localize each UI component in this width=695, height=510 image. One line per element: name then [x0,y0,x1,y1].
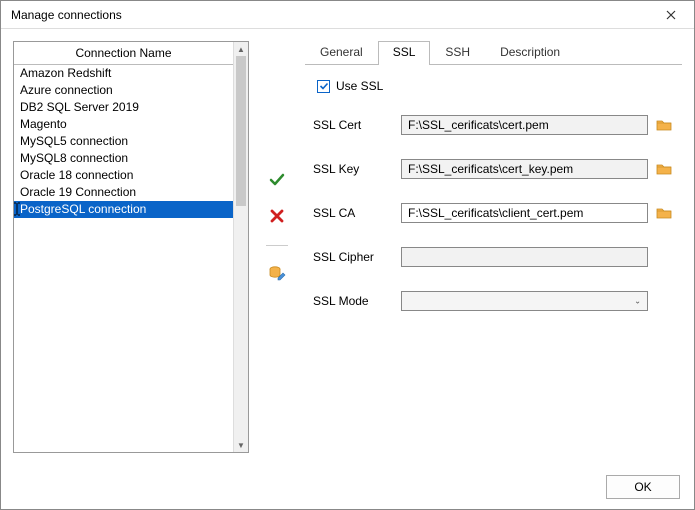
list-header: Connection Name [14,42,233,65]
list-scrollbar[interactable]: ▲ ▼ [233,42,248,452]
check-icon [268,171,286,189]
ssl-mode-label: SSL Mode [313,294,401,308]
separator [266,245,288,246]
action-toolbar [263,41,291,453]
list-item[interactable]: Oracle 18 connection [14,167,233,184]
use-ssl-label: Use SSL [336,79,383,93]
list-item-label: PostgreSQL connection [20,202,146,216]
dialog-footer: OK [1,465,694,509]
dialog-body: Connection Name Amazon Redshift Azure co… [1,29,694,465]
dialog-title: Manage connections [11,8,654,22]
text-cursor-icon [14,201,22,216]
ok-button[interactable]: OK [606,475,680,499]
ssl-ca-input[interactable] [401,203,648,223]
chevron-down-icon: ⌄ [634,297,641,306]
scroll-thumb[interactable] [236,56,246,206]
list-item[interactable]: Amazon Redshift [14,65,233,82]
list-item-selected[interactable]: PostgreSQL connection [14,201,233,218]
tab-general[interactable]: General [305,41,378,65]
list-item[interactable]: Oracle 19 Connection [14,184,233,201]
folder-icon [656,162,672,176]
close-button[interactable] [654,4,688,26]
connections-panel: Connection Name Amazon Redshift Azure co… [13,41,249,453]
list-item[interactable]: MySQL8 connection [14,150,233,167]
use-ssl-checkbox[interactable] [317,80,330,93]
tab-content-ssl: Use SSL SSL Cert SSL Key [305,65,682,343]
ssl-key-browse-button[interactable] [654,159,674,179]
cross-icon [269,208,285,224]
ssl-key-label: SSL Key [313,162,401,176]
edit-db-icon [268,264,286,282]
tab-description[interactable]: Description [485,41,575,65]
details-panel: General SSL SSH Description Use SSL SSL … [305,41,682,453]
ssl-cipher-row: SSL Cipher [313,247,674,267]
scroll-up-icon[interactable]: ▲ [234,42,248,56]
tab-ssh[interactable]: SSH [430,41,485,65]
tab-ssl[interactable]: SSL [378,41,431,65]
ssl-key-row: SSL Key [313,159,674,179]
scroll-down-icon[interactable]: ▼ [234,438,248,452]
list-item[interactable]: Magento [14,116,233,133]
accept-button[interactable] [268,171,286,192]
manage-connections-dialog: Manage connections Connection Name Amazo… [0,0,695,510]
ssl-cipher-input[interactable] [401,247,648,267]
edit-button[interactable] [268,264,286,285]
ssl-key-input[interactable] [401,159,648,179]
folder-icon [656,118,672,132]
use-ssl-row: Use SSL [317,79,674,93]
connections-list[interactable]: Connection Name Amazon Redshift Azure co… [14,42,233,452]
list-item[interactable]: MySQL5 connection [14,133,233,150]
tab-bar: General SSL SSH Description [305,41,682,65]
titlebar: Manage connections [1,1,694,29]
folder-icon [656,206,672,220]
checkmark-icon [319,81,329,91]
ssl-ca-label: SSL CA [313,206,401,220]
ssl-ca-browse-button[interactable] [654,203,674,223]
list-item[interactable]: Azure connection [14,82,233,99]
ssl-cipher-label: SSL Cipher [313,250,401,264]
ssl-cert-label: SSL Cert [313,118,401,132]
ssl-cert-browse-button[interactable] [654,115,674,135]
ssl-cert-input[interactable] [401,115,648,135]
ssl-mode-row: SSL Mode ⌄ [313,291,674,311]
ssl-mode-select[interactable]: ⌄ [401,291,648,311]
ssl-cert-row: SSL Cert [313,115,674,135]
delete-button[interactable] [269,208,285,227]
close-icon [666,10,676,20]
list-item[interactable]: DB2 SQL Server 2019 [14,99,233,116]
ssl-ca-row: SSL CA [313,203,674,223]
